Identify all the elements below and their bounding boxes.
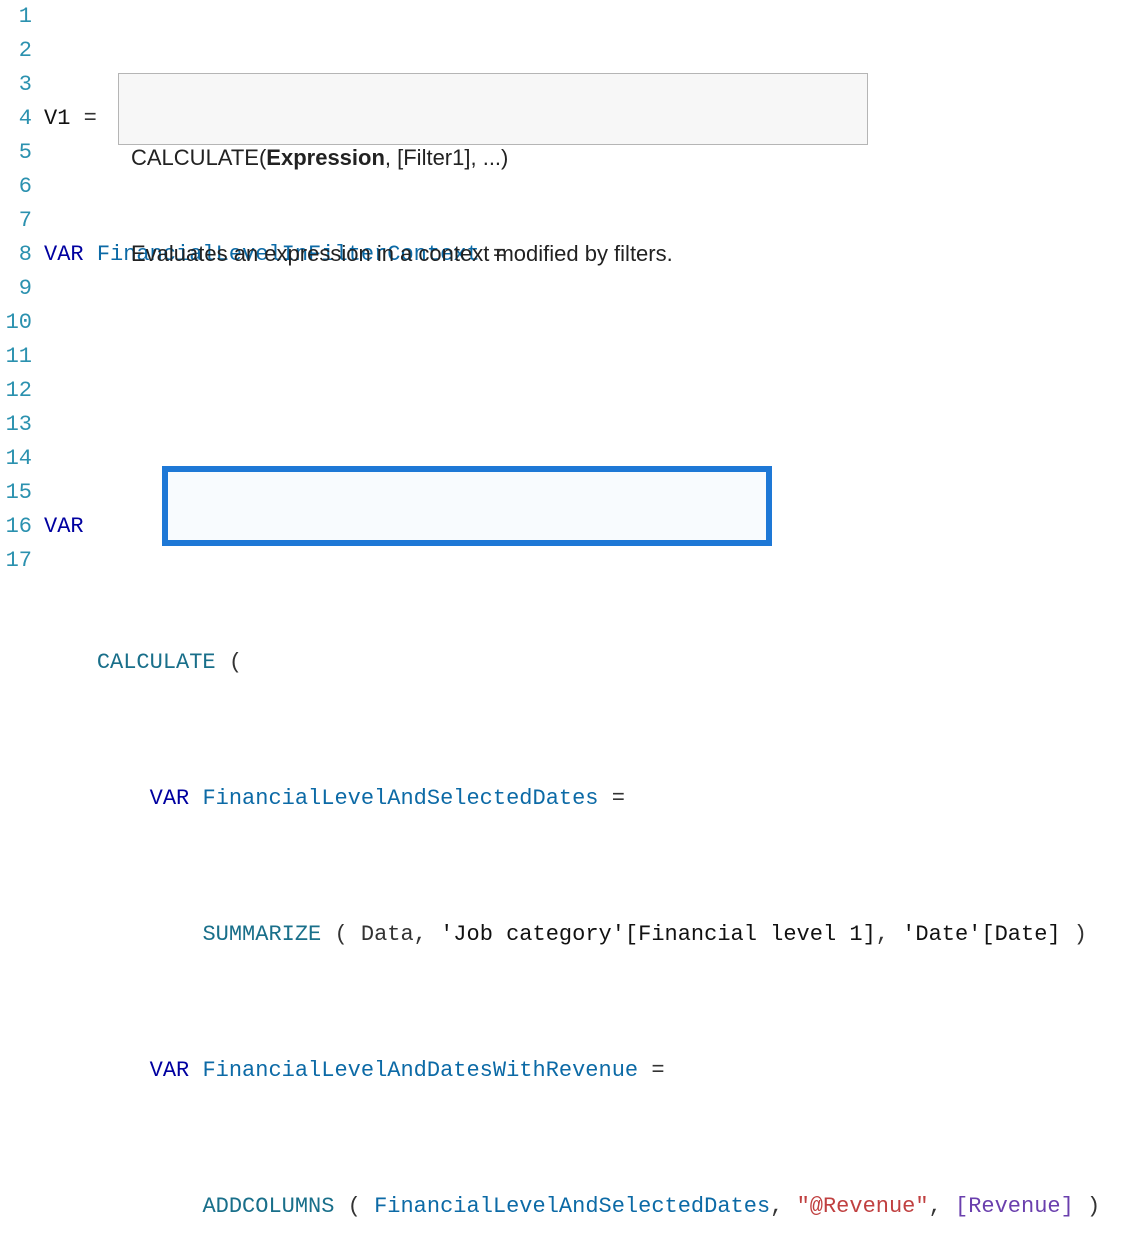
- function: SUMMARIZE: [202, 922, 321, 947]
- keyword: VAR: [44, 242, 84, 267]
- tooltip-sig-active-param: Expression: [266, 145, 385, 170]
- indent: [44, 1194, 202, 1219]
- code-line[interactable]: ADDCOLUMNS ( FinancialLevelAndSelectedDa…: [44, 1190, 1139, 1224]
- tooltip-signature: CALCULATE(Expression, [Filter1], ...): [131, 142, 857, 174]
- indent: [44, 650, 97, 675]
- identifier: FinancialLevelAndDatesWithRevenue: [202, 1058, 638, 1083]
- column: 'Date'[Date]: [902, 922, 1060, 947]
- token: [189, 786, 202, 811]
- line-number: 10: [0, 306, 32, 340]
- code-line[interactable]: CALCULATE (: [44, 646, 1139, 680]
- token: ): [1061, 922, 1087, 947]
- keyword: VAR: [150, 1058, 190, 1083]
- identifier: FinancialLevelAndSelectedDates: [374, 1194, 770, 1219]
- string: "@Revenue": [797, 1194, 929, 1219]
- code-editor[interactable]: 1 2 3 4 5 6 7 8 9 10 11 12 13 14 15 16 1…: [0, 0, 1139, 1242]
- function: ADDCOLUMNS: [202, 1194, 334, 1219]
- line-number: 17: [0, 544, 32, 578]
- tooltip-sig-post: , [Filter1], ...): [385, 145, 508, 170]
- line-number: 15: [0, 476, 32, 510]
- token: [599, 786, 612, 811]
- token: =: [651, 1058, 664, 1083]
- line-number: 5: [0, 136, 32, 170]
- code-area[interactable]: V1 = VAR FinancialLevelInFilterContext =…: [40, 0, 1139, 1242]
- token: V1: [44, 106, 84, 131]
- line-number: 14: [0, 442, 32, 476]
- identifier: FinancialLevelAndSelectedDates: [202, 786, 598, 811]
- line-number: 4: [0, 102, 32, 136]
- line-number: 12: [0, 374, 32, 408]
- line-number: 16: [0, 510, 32, 544]
- measure: [Revenue]: [955, 1194, 1074, 1219]
- indent: [44, 786, 150, 811]
- indent: [44, 1058, 150, 1083]
- indent: [44, 922, 202, 947]
- token: =: [84, 106, 97, 131]
- keyword: VAR: [44, 514, 84, 539]
- token: (: [334, 1194, 374, 1219]
- token: ( Data,: [321, 922, 440, 947]
- token: ,: [770, 1194, 796, 1219]
- token: [84, 242, 97, 267]
- line-number: 2: [0, 34, 32, 68]
- code-line[interactable]: VAR: [44, 510, 1139, 544]
- column: 'Job category'[Financial level 1]: [440, 922, 876, 947]
- line-number: 11: [0, 340, 32, 374]
- keyword: VAR: [150, 786, 190, 811]
- code-line[interactable]: [44, 374, 1139, 408]
- line-number: 13: [0, 408, 32, 442]
- intellisense-tooltip: CALCULATE(Expression, [Filter1], ...) Ev…: [118, 73, 868, 145]
- function: CALCULATE: [97, 650, 216, 675]
- line-number: 9: [0, 272, 32, 306]
- line-number: 3: [0, 68, 32, 102]
- token: =: [612, 786, 625, 811]
- token: ,: [929, 1194, 955, 1219]
- code-line[interactable]: VAR FinancialLevelAndSelectedDates =: [44, 782, 1139, 816]
- gutter: 1 2 3 4 5 6 7 8 9 10 11 12 13 14 15 16 1…: [0, 0, 40, 1242]
- token: (: [216, 650, 242, 675]
- code-line[interactable]: VAR FinancialLevelAndDatesWithRevenue =: [44, 1054, 1139, 1088]
- line-number: 8: [0, 238, 32, 272]
- token: [189, 1058, 202, 1083]
- line-number: 6: [0, 170, 32, 204]
- token: [638, 1058, 651, 1083]
- tooltip-sig-pre: CALCULATE(: [131, 145, 266, 170]
- tooltip-description: Evaluates an expression in a context mod…: [131, 238, 857, 270]
- token: ): [1074, 1194, 1100, 1219]
- code-line[interactable]: SUMMARIZE ( Data, 'Job category'[Financi…: [44, 918, 1139, 952]
- token: ,: [876, 922, 902, 947]
- line-number: 1: [0, 0, 32, 34]
- line-number: 7: [0, 204, 32, 238]
